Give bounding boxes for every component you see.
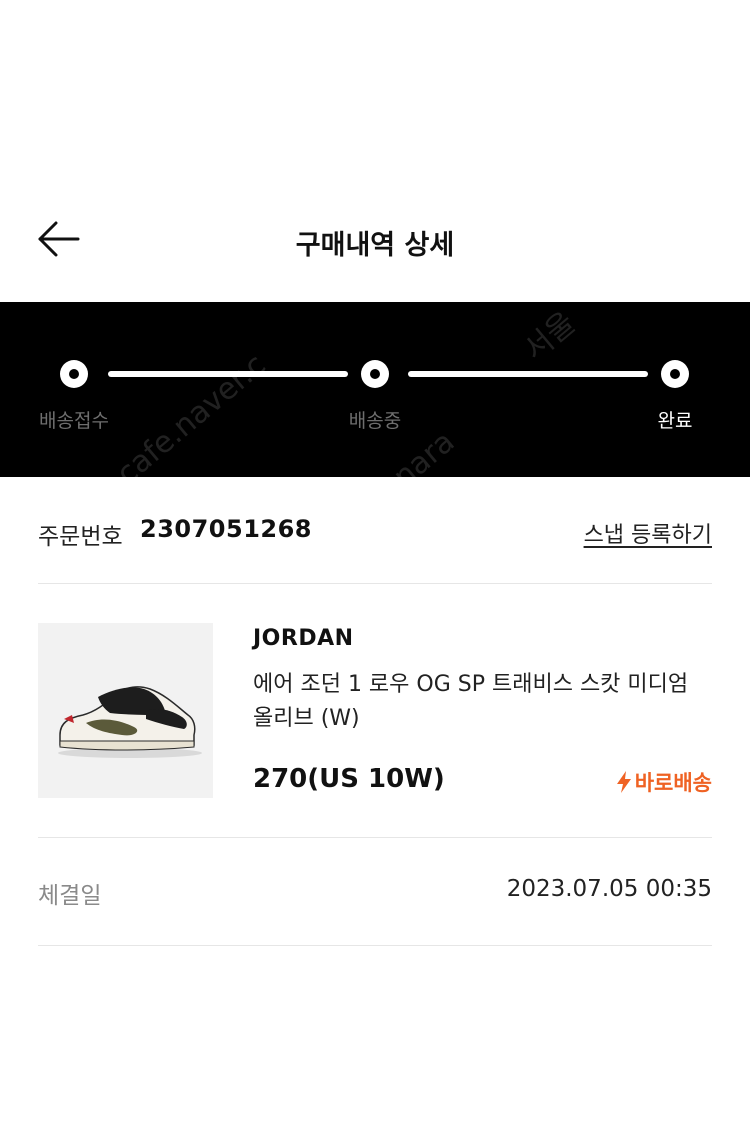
progress-line [108,371,348,377]
step-dot-complete [661,360,689,388]
step-label-shipping: 배송중 [348,410,402,432]
delivery-progress: cafe.naver.c 서울 nara 배송접수 배송중 완료 [0,302,750,477]
deal-date-label: 체결일 [38,883,102,909]
top-blank-area [0,0,750,195]
product-size: 270(US 10W) [253,764,445,794]
order-number-value: 2307051268 [140,515,312,543]
step-label-complete: 완료 [657,410,693,432]
sneaker-icon [58,686,202,758]
step-label-received: 배송접수 [39,410,109,432]
divider [38,583,712,584]
watermark-text: 서울 [517,305,583,368]
deal-date-value: 2023.07.05 00:35 [506,876,712,902]
step-dot-received [60,360,88,388]
divider [38,945,712,946]
product-brand: JORDAN [253,626,354,651]
header: 구매내역 상세 [0,195,750,285]
express-delivery-badge: 바로배송 [615,767,712,797]
step-dot-shipping [361,360,389,388]
express-delivery-label: 바로배송 [634,771,712,795]
lightning-icon [616,771,631,793]
snap-register-link[interactable]: 스냅 등록하기 [584,517,712,549]
deal-date-row: 체결일 2023.07.05 00:35 [38,876,712,912]
order-number-label: 주문번호 [38,524,123,550]
product-name[interactable]: 에어 조던 1 로우 OG SP 트래비스 스캇 미디엄 올리브 (W) [253,668,713,736]
divider [38,837,712,838]
progress-line [408,371,648,377]
page-title: 구매내역 상세 [295,230,455,261]
watermark-text: cafe.naver.c [110,347,273,477]
order-number-row: 주문번호 2307051268 스냅 등록하기 [38,515,712,551]
product-image[interactable] [38,623,213,798]
